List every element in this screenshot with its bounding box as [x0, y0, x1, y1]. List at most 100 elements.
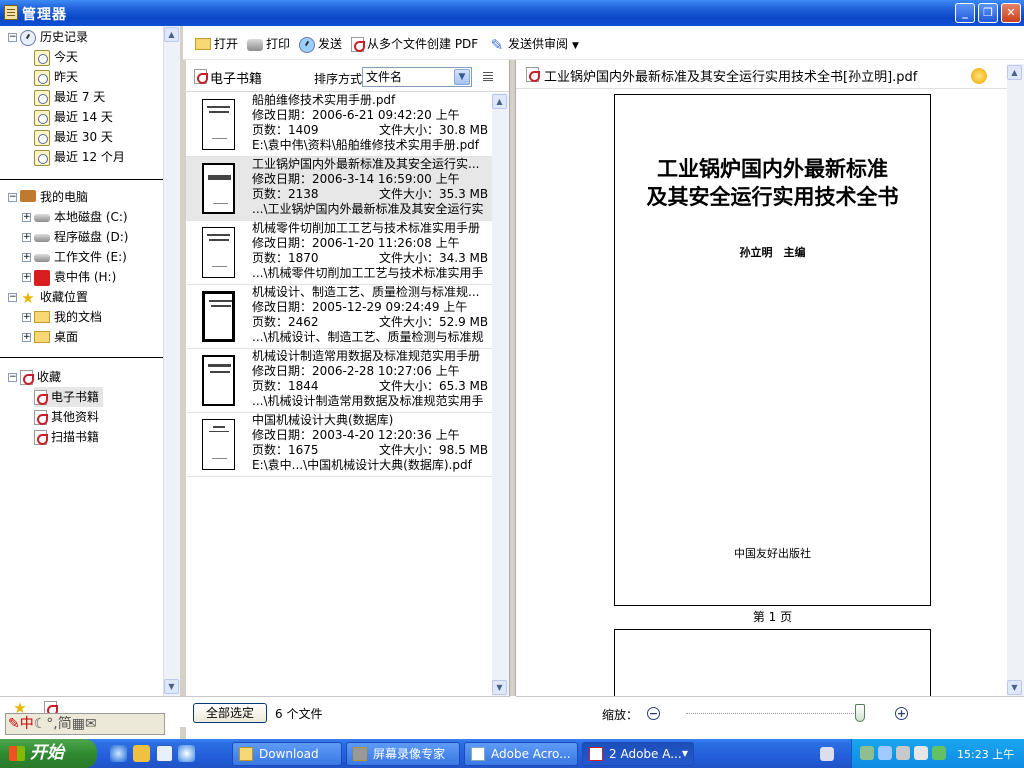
file-row[interactable]: 机械零件切削加工工艺与技术标准实用手册 修改日期：2006-1-20 11:26… [186, 221, 492, 285]
zoom-out-icon[interactable]: − [647, 707, 660, 720]
task-label: 2 Adobe A... [609, 747, 682, 761]
monitor-icon[interactable] [896, 746, 910, 760]
quick-launch-icon[interactable] [156, 745, 173, 762]
file-row-selected[interactable]: 工业锅炉国内外最新标准及其安全运行实... 修改日期：2006-3-14 16:… [186, 157, 492, 221]
tree-ebooks[interactable]: 电子书籍 [34, 387, 104, 407]
expand-icon[interactable]: + [22, 273, 31, 282]
tree-drive-e[interactable]: + 工作文件 (E:) [22, 247, 127, 267]
scroll-down-arrow-icon[interactable]: ▼ [164, 679, 179, 694]
collapse-icon[interactable]: − [8, 193, 17, 202]
expand-icon[interactable]: + [22, 233, 31, 242]
file-row[interactable]: 船舶维修技术实用手册.pdf 修改日期：2006-6-21 09:42:20 上… [186, 93, 492, 157]
expand-icon[interactable]: + [22, 253, 31, 262]
tree-my-documents[interactable]: + 我的文档 [22, 307, 102, 327]
tree-history-7days[interactable]: 最近 7 天 [34, 87, 105, 107]
page-number-label: 第 1 页 [752, 610, 793, 624]
task-screen-recorder[interactable]: 屏幕录像专家 [346, 742, 460, 766]
send-for-review-button[interactable]: ✎ 发送供审阅 ▼ [489, 35, 579, 53]
collapse-icon[interactable]: − [8, 33, 17, 42]
quick-launch-icon[interactable] [133, 745, 150, 762]
chevron-down-icon[interactable]: ▼ [454, 69, 470, 85]
file-size: 文件大小：34.3 MB [379, 251, 489, 265]
tree-favorite-locations[interactable]: − ★ 收藏位置 [8, 287, 88, 307]
select-all-button[interactable]: 全部选定 [193, 703, 267, 723]
file-row[interactable]: 机械设计、制造工艺、质量检测与标准规... 修改日期：2005-12-29 09… [186, 285, 492, 349]
clock-folder-icon [34, 69, 50, 86]
ime-options-icon[interactable]: ☾°,简▦✉ [34, 716, 97, 732]
file-row[interactable]: 中国机械设计大典(数据库) 修改日期：2003-4-20 12:20:36 上午… [186, 413, 492, 477]
zoom-slider-track[interactable] [686, 713, 864, 714]
expand-icon[interactable]: + [22, 213, 31, 222]
zoom-in-icon[interactable]: + [895, 707, 908, 720]
tree-my-computer[interactable]: − 我的电脑 [8, 187, 88, 207]
safely-remove-icon[interactable] [932, 746, 946, 760]
file-list-scrollbar[interactable]: ▲ ▼ [492, 93, 509, 696]
start-label: 开始 [30, 743, 64, 763]
zoom-slider-thumb[interactable] [855, 704, 866, 722]
tree-history-today[interactable]: 今天 [34, 47, 78, 67]
pdf-collection-icon [194, 69, 208, 84]
ie-icon[interactable] [110, 745, 127, 762]
maximize-button[interactable]: ❐ [978, 3, 998, 23]
scroll-down-arrow-icon[interactable]: ▼ [1007, 680, 1022, 695]
volume-icon[interactable] [914, 746, 928, 760]
tree-label: 收藏位置 [40, 290, 89, 304]
scroll-up-arrow-icon[interactable]: ▲ [492, 94, 507, 109]
preview-scrollbar[interactable]: ▲ ▼ [1007, 64, 1024, 696]
collapse-icon[interactable]: − [8, 373, 17, 382]
scroll-down-arrow-icon[interactable]: ▼ [492, 680, 507, 695]
clock[interactable]: 15:23 上午 [957, 746, 1014, 762]
tree-label: 电子书籍 [51, 390, 100, 404]
send-button[interactable]: 发送 [299, 35, 342, 53]
tree-collections[interactable]: − 收藏 [8, 367, 61, 387]
pdf-icon [589, 747, 603, 761]
ime-mode[interactable]: 中 [20, 716, 34, 732]
preview-splitter[interactable] [509, 60, 516, 696]
tree-history-14days[interactable]: 最近 14 天 [34, 107, 113, 127]
tree-history-30days[interactable]: 最近 30 天 [34, 127, 113, 147]
tree-drive-h[interactable]: + 袁中伟 (H:) [22, 267, 116, 287]
pdf-icon [34, 410, 48, 425]
expand-icon[interactable]: + [22, 333, 31, 342]
title-bar[interactable]: 管理器 _ ❐ ✕ [0, 0, 1024, 26]
file-size: 文件大小：35.3 MB [379, 187, 489, 201]
tree-other-materials[interactable]: 其他资料 [34, 407, 99, 427]
collapse-icon[interactable]: − [8, 293, 17, 302]
quick-launch-icon[interactable] [178, 745, 195, 762]
open-button[interactable]: 打开 [195, 35, 238, 53]
tree-desktop[interactable]: + 桌面 [22, 327, 78, 347]
tip-icon[interactable] [971, 68, 987, 84]
scroll-up-arrow-icon[interactable]: ▲ [1007, 65, 1022, 80]
start-button[interactable]: 开始 [0, 739, 97, 768]
tree-scanned-books[interactable]: 扫描书籍 [34, 427, 99, 447]
send-label: 发送 [318, 37, 343, 51]
tree-label: 我的电脑 [40, 190, 89, 204]
tree-drive-d[interactable]: + 程序磁盘 (D:) [22, 227, 128, 247]
task-download[interactable]: Download [232, 742, 342, 766]
sort-select[interactable]: 文件名 ▼ [362, 67, 472, 87]
expand-icon[interactable]: + [22, 313, 31, 322]
file-row[interactable]: 机械设计制造常用数据及标准规范实用手册 修改日期：2006-2-28 10:27… [186, 349, 492, 413]
tray-icon[interactable] [878, 746, 892, 760]
file-thumbnail [202, 99, 235, 150]
keyboard-icon[interactable] [820, 747, 834, 761]
tree-history[interactable]: − 历史记录 [8, 27, 88, 47]
minimize-button[interactable]: _ [955, 3, 975, 23]
tree-history-12months[interactable]: 最近 12 个月 [34, 147, 125, 167]
toolbar: 打开 打印 发送 从多个文件创建 PDF ✎ 发送供审阅 ▼ [183, 26, 1024, 60]
tree-history-yesterday[interactable]: 昨天 [34, 67, 78, 87]
create-pdf-button[interactable]: 从多个文件创建 PDF [351, 35, 478, 53]
sort-order-icon[interactable] [483, 72, 493, 81]
ime-toolbar[interactable]: ✎中☾°,简▦✉ [5, 713, 165, 735]
tree-label: 袁中伟 (H:) [54, 270, 117, 284]
scroll-up-arrow-icon[interactable]: ▲ [164, 27, 179, 42]
network-icon[interactable] [860, 746, 874, 760]
tree-drive-c[interactable]: + 本地磁盘 (C:) [22, 207, 128, 227]
task-adobe-acrobat[interactable]: Adobe Acro... [464, 742, 578, 766]
history-clock-icon [20, 29, 36, 46]
folder-icon [34, 330, 50, 343]
navigation-scrollbar[interactable]: ▲ ▼ [163, 26, 180, 696]
close-button[interactable]: ✕ [1001, 3, 1021, 23]
print-button[interactable]: 打印 [247, 35, 290, 53]
task-adobe-group[interactable]: 2 Adobe A... ▼ [582, 742, 694, 766]
